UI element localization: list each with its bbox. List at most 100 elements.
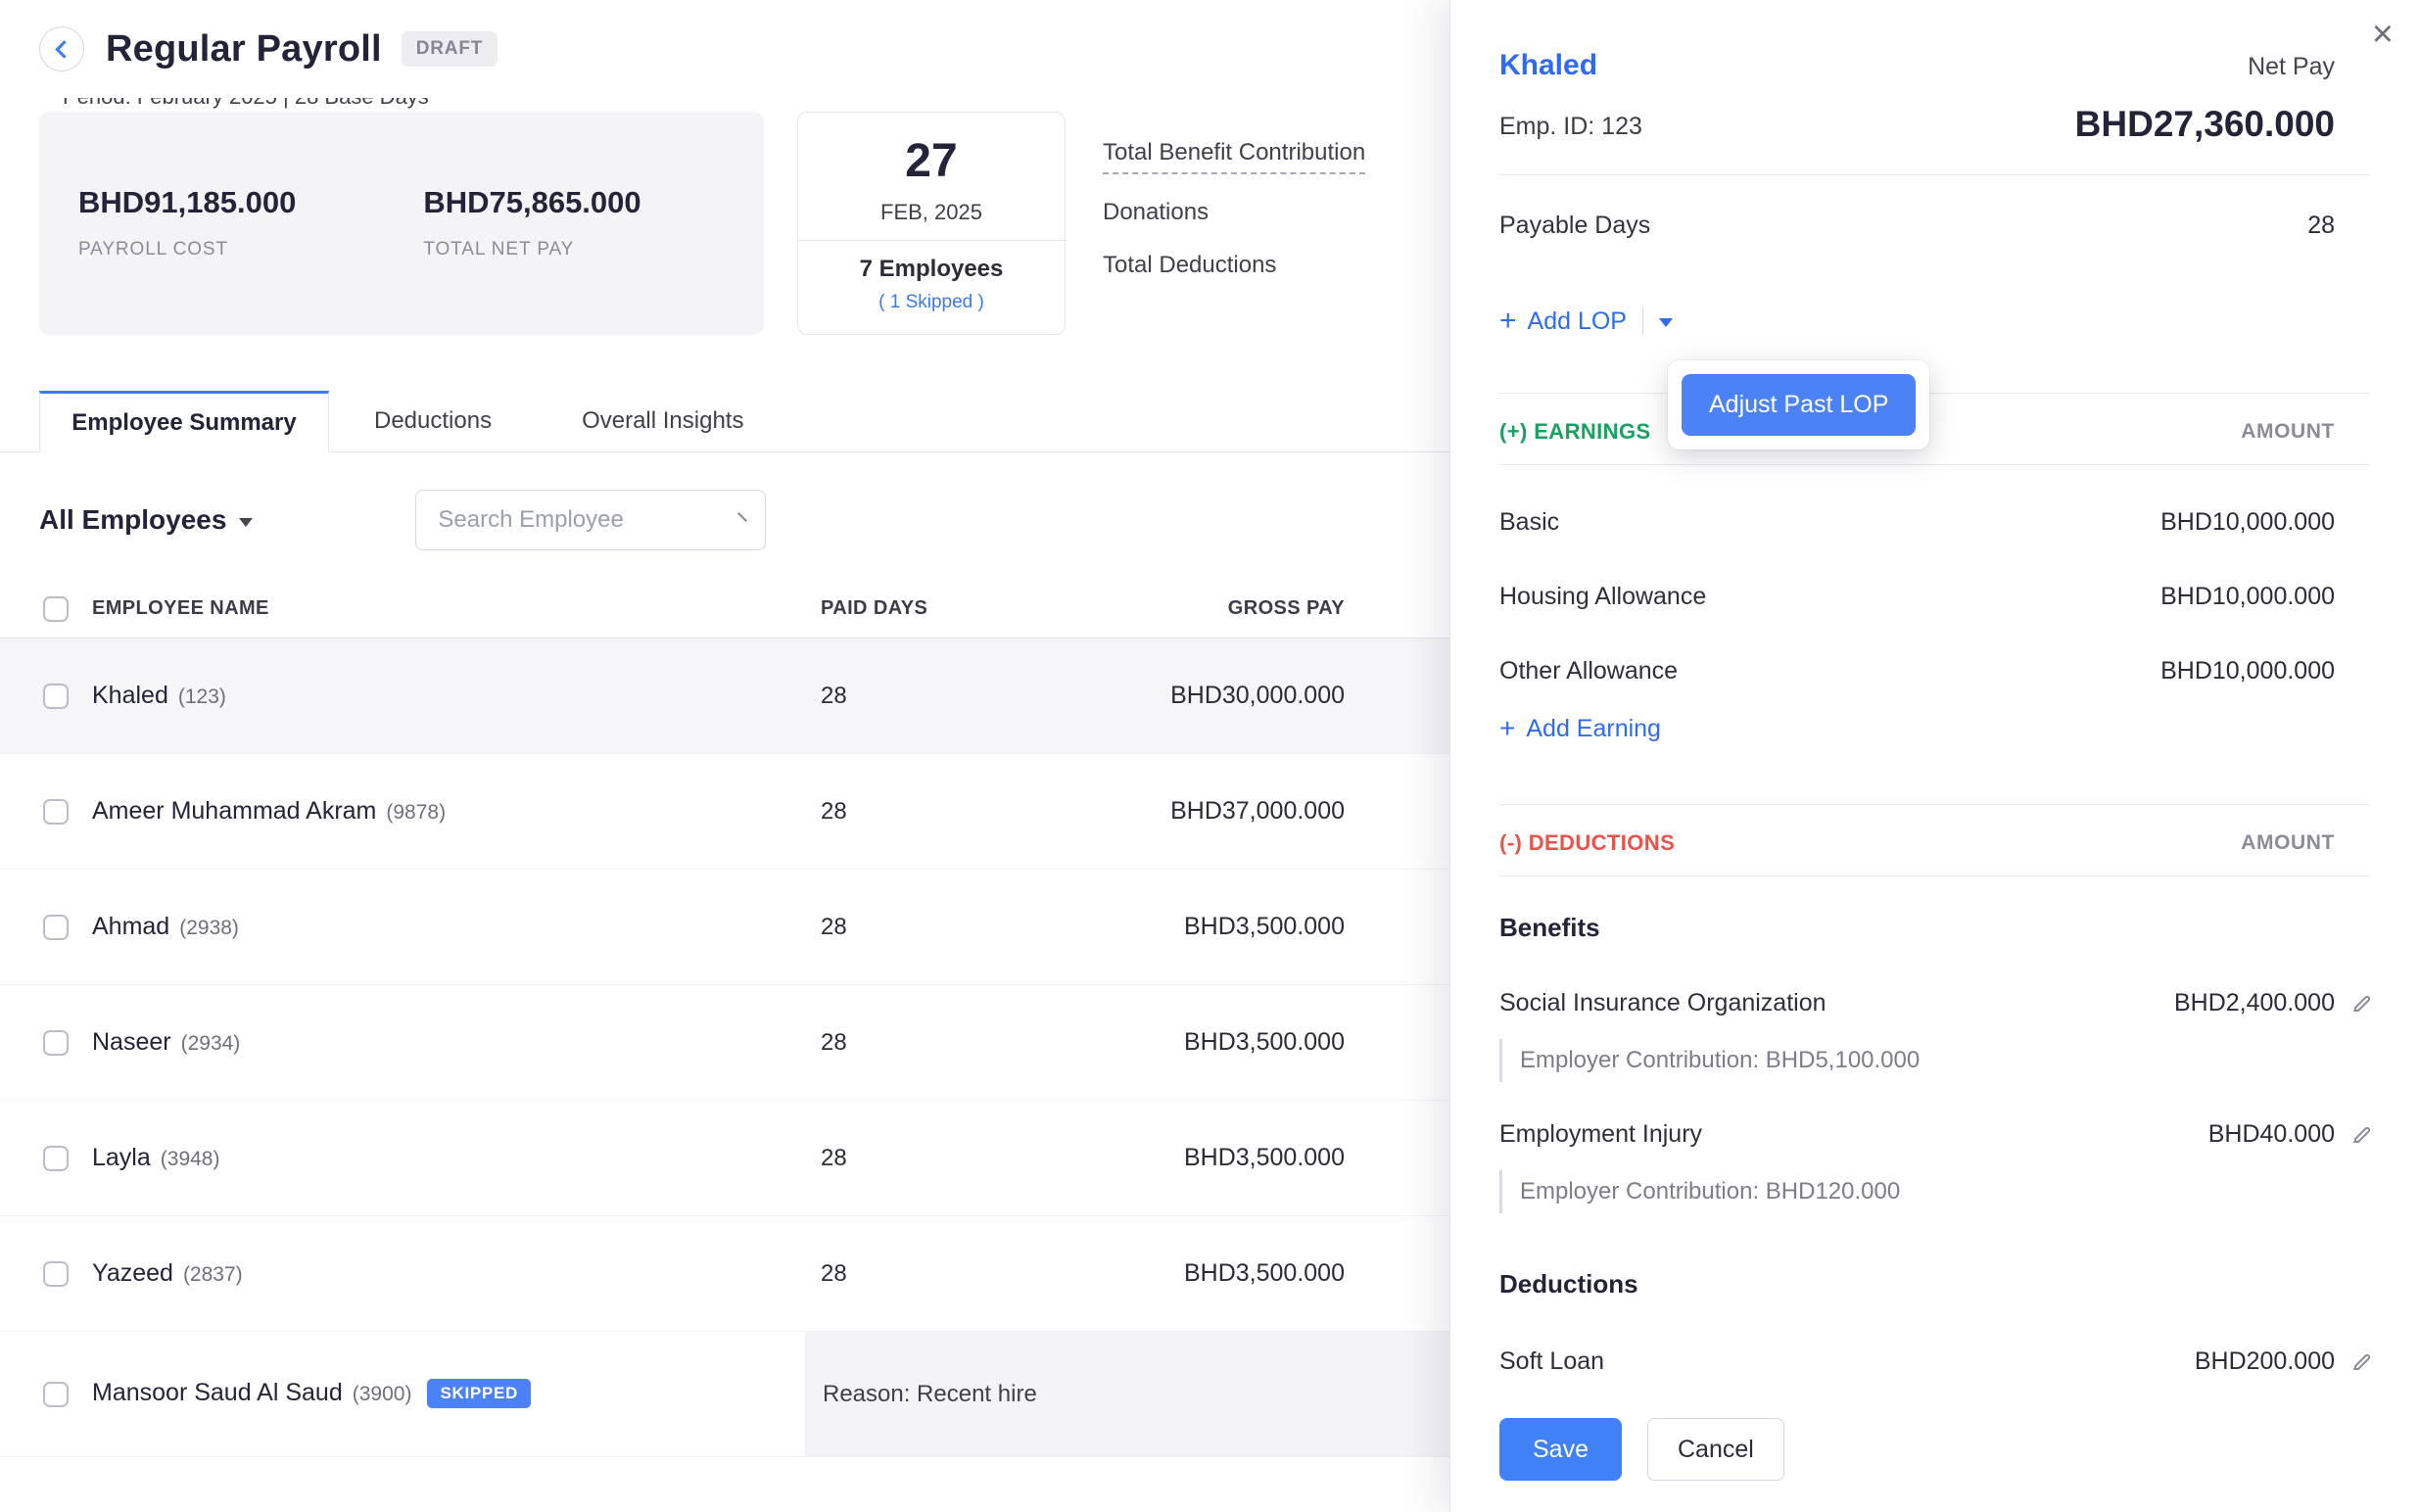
divider	[798, 240, 1065, 241]
employee-name-cell: Mansoor Saud Al Saud (3900) SKIPPED	[92, 1379, 797, 1410]
pay-date-day: 27	[798, 136, 1065, 187]
employee-id: (9878)	[386, 801, 446, 825]
cancel-button[interactable]: Cancel	[1647, 1418, 1784, 1481]
row-checkbox[interactable]	[43, 1382, 69, 1407]
drawer-subheader-row: Emp. ID: 123 BHD27,360.000	[1499, 102, 2370, 147]
add-lop-button[interactable]: + Add LOP	[1499, 305, 1673, 338]
employer-contribution-note: Employer Contribution: BHD120.000	[1499, 1170, 2370, 1213]
total-benefit-contribution-link[interactable]: Total Benefit Contribution	[1103, 138, 1365, 174]
plus-icon: +	[1499, 714, 1515, 743]
search-input[interactable]	[438, 506, 741, 534]
employee-count: 7 Employees	[798, 255, 1065, 284]
employee-id: (2837)	[183, 1263, 243, 1287]
table-row[interactable]: Naseer (2934) 28 BHD3,500.000	[0, 985, 1449, 1101]
paid-days-value: 28	[821, 798, 1115, 826]
back-button[interactable]	[39, 26, 84, 71]
save-button[interactable]: Save	[1499, 1418, 1622, 1481]
employee-id: (3900)	[353, 1383, 412, 1406]
deduction-amount: BHD2,400.000	[2174, 988, 2335, 1017]
paid-days-value: 28	[821, 683, 1115, 710]
paid-days-value: 28	[821, 914, 1115, 941]
employee-name-cell: Yazeed (2837)	[92, 1259, 797, 1288]
paid-days-value: 28	[821, 1260, 1115, 1288]
gross-pay-value: BHD3,500.000	[1184, 1259, 1345, 1288]
add-earning-label: Add Earning	[1526, 715, 1661, 743]
table-row[interactable]: Layla (3948) 28 BHD3,500.000	[0, 1101, 1449, 1216]
employee-filter-dropdown[interactable]: All Employees	[39, 504, 253, 536]
employee-name-cell: Ahmad (2938)	[92, 913, 797, 941]
employee-name: Yazeed	[92, 1259, 173, 1288]
column-paid-days: PAID DAYS	[821, 597, 1115, 620]
employer-contribution-note: Employer Contribution: BHD5,100.000	[1499, 1039, 2370, 1082]
employee-name-cell: Khaled (123)	[92, 682, 797, 710]
employee-name: Mansoor Saud Al Saud	[92, 1379, 343, 1407]
table-row[interactable]: Mansoor Saud Al Saud (3900) SKIPPED Reas…	[0, 1332, 1449, 1457]
edit-icon[interactable]	[2350, 991, 2374, 1015]
add-lop-label: Add LOP	[1528, 307, 1627, 336]
row-checkbox[interactable]	[43, 684, 69, 709]
gross-pay-value: BHD30,000.000	[1170, 682, 1345, 710]
deductions-section-header: (-) DEDUCTIONS AMOUNT	[1499, 805, 2370, 876]
employee-name: Ameer Muhammad Akram	[92, 797, 376, 826]
deduction-amount: BHD40.000	[2208, 1119, 2335, 1149]
divider	[1499, 174, 2370, 175]
total-deductions-link[interactable]: Total Deductions	[1103, 251, 1276, 280]
payroll-cost-block: BHD91,185.000 PAYROLL COST	[78, 184, 296, 335]
total-net-pay-label: TOTAL NET PAY	[423, 239, 640, 260]
pay-date-card: 27 FEB, 2025 7 Employees ( 1 Skipped )	[797, 112, 1066, 335]
earning-label: Housing Allowance	[1499, 582, 1706, 611]
caret-down-icon[interactable]	[1659, 318, 1673, 327]
earnings-section-header: (+) EARNINGS AMOUNT	[1499, 394, 2370, 465]
employee-search-combobox[interactable]	[415, 490, 766, 550]
payroll-summary: BHD91,185.000 PAYROLL COST BHD75,865.000…	[39, 112, 1365, 335]
edit-icon[interactable]	[2350, 1349, 2374, 1373]
deduction-label: Soft Loan	[1499, 1347, 1604, 1376]
row-checkbox[interactable]	[43, 1030, 69, 1056]
row-checkbox[interactable]	[43, 799, 69, 825]
page-title: Regular Payroll	[106, 28, 382, 71]
table-row[interactable]: Ahmad (2938) 28 BHD3,500.000	[0, 870, 1449, 985]
paid-days-value: 28	[821, 1029, 1115, 1057]
skipped-badge: SKIPPED	[427, 1379, 531, 1408]
payable-days-row: Payable Days 28	[1499, 211, 2370, 240]
drawer-footer: Save Cancel	[1450, 1400, 2419, 1512]
deductions-header-label: (-) DEDUCTIONS	[1499, 830, 1675, 856]
total-net-pay-block: BHD75,865.000 TOTAL NET PAY	[423, 184, 640, 335]
table-row[interactable]: Khaled (123) 28 BHD30,000.000	[0, 638, 1449, 754]
employee-id: (2934)	[181, 1032, 241, 1056]
deduction-item: Employment Injury BHD40.000	[1499, 1119, 2370, 1149]
earning-item: Basic BHD10,000.000	[1499, 485, 2370, 559]
employee-name: Naseer	[92, 1028, 171, 1057]
gross-pay-value: BHD3,500.000	[1184, 913, 1345, 941]
edit-icon[interactable]	[2350, 1122, 2374, 1146]
payroll-cost-label: PAYROLL COST	[78, 239, 296, 260]
gross-pay-value: BHD37,000.000	[1170, 797, 1345, 826]
table-row[interactable]: Yazeed (2837) 28 BHD3,500.000	[0, 1216, 1449, 1332]
select-all-checkbox[interactable]	[43, 596, 69, 622]
paid-days-value: 28	[821, 1145, 1115, 1172]
row-checkbox[interactable]	[43, 915, 69, 940]
row-checkbox[interactable]	[43, 1261, 69, 1287]
row-checkbox[interactable]	[43, 1146, 69, 1171]
tab-overall-insights[interactable]: Overall Insights	[537, 391, 788, 451]
payable-days-value: 28	[2307, 211, 2335, 240]
drawer-employee-name-link[interactable]: Khaled	[1499, 47, 1597, 84]
add-earning-button[interactable]: + Add Earning	[1499, 714, 1661, 743]
earnings-list: Basic BHD10,000.000 Housing Allowance BH…	[1499, 465, 2370, 743]
donations-link[interactable]: Donations	[1103, 198, 1209, 227]
skipped-count-link[interactable]: ( 1 Skipped )	[798, 290, 1065, 315]
adjust-past-lop-menu-item[interactable]: Adjust Past LOP	[1682, 374, 1916, 436]
employee-name: Khaled	[92, 682, 168, 710]
table-row[interactable]: Ameer Muhammad Akram (9878) 28 BHD37,000…	[0, 754, 1449, 870]
plus-icon: +	[1499, 307, 1517, 336]
payroll-cost-value: BHD91,185.000	[78, 184, 296, 221]
tab-employee-summary[interactable]: Employee Summary	[39, 391, 329, 452]
tab-deductions[interactable]: Deductions	[329, 391, 537, 451]
earning-amount: BHD10,000.000	[2160, 507, 2335, 537]
deduction-label: Employment Injury	[1499, 1119, 1702, 1149]
earning-item: Housing Allowance BHD10,000.000	[1499, 559, 2370, 634]
filter-row: All Employees	[39, 490, 766, 550]
pay-date-month-year: FEB, 2025	[798, 199, 1065, 226]
gross-pay-value: BHD3,500.000	[1184, 1028, 1345, 1057]
column-employee-name: EMPLOYEE NAME	[92, 597, 797, 620]
